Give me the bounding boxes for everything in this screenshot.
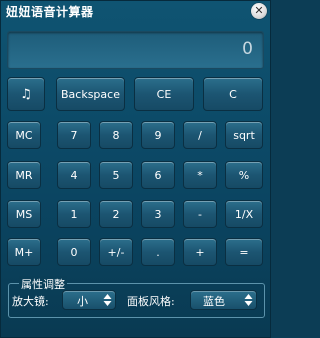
backspace-button[interactable]: Backspace — [56, 77, 125, 111]
digit-0-button[interactable]: 0 — [57, 238, 91, 266]
digit-7-button[interactable]: 7 — [57, 121, 91, 149]
panel-style-value: 蓝色 — [203, 295, 225, 308]
clear-button[interactable]: C — [203, 77, 263, 111]
digit-1-button[interactable]: 1 — [57, 200, 91, 228]
zoom-label: 放大镜: — [12, 295, 49, 308]
zoom-select[interactable]: 小 — [62, 290, 116, 310]
negate-button[interactable]: +/- — [99, 238, 133, 266]
decimal-point-button[interactable]: . — [141, 238, 175, 266]
window-title: 妞妞语音计算器 — [6, 5, 94, 19]
digit-9-button[interactable]: 9 — [141, 121, 175, 149]
spinner-arrows-icon — [244, 293, 253, 307]
subtract-button[interactable]: - — [183, 200, 217, 228]
properties-legend: 属性调整 — [19, 276, 67, 292]
spinner-arrows-icon — [103, 293, 112, 307]
close-icon: ✕ — [254, 4, 264, 17]
digit-3-button[interactable]: 3 — [141, 200, 175, 228]
display-value: 0 — [242, 39, 253, 59]
sqrt-button[interactable]: sqrt — [225, 121, 263, 149]
equals-button[interactable]: = — [225, 238, 263, 266]
add-button[interactable]: + — [183, 238, 217, 266]
multiply-button[interactable]: * — [183, 161, 217, 189]
display-screen: 0 — [7, 31, 264, 69]
zoom-value: 小 — [77, 295, 88, 308]
close-button[interactable]: ✕ — [251, 3, 267, 19]
clear-entry-button[interactable]: CE — [134, 77, 194, 111]
properties-group: 属性调整 放大镜: 小 面板风格: 蓝色 — [8, 276, 265, 318]
divide-button[interactable]: / — [183, 121, 217, 149]
panel-style-select[interactable]: 蓝色 — [190, 290, 257, 310]
digit-4-button[interactable]: 4 — [57, 161, 91, 189]
digit-5-button[interactable]: 5 — [99, 161, 133, 189]
percent-button[interactable]: % — [225, 161, 263, 189]
music-note-icon: ♫ — [20, 86, 32, 102]
memory-store-button[interactable]: MS — [7, 200, 41, 228]
digit-2-button[interactable]: 2 — [99, 200, 133, 228]
sound-toggle-button[interactable]: ♫ — [7, 77, 45, 111]
title-bar[interactable]: 妞妞语音计算器 ✕ — [1, 1, 270, 23]
panel-style-label: 面板风格: — [127, 295, 175, 308]
memory-recall-button[interactable]: MR — [7, 161, 41, 189]
digit-6-button[interactable]: 6 — [141, 161, 175, 189]
digit-8-button[interactable]: 8 — [99, 121, 133, 149]
memory-clear-button[interactable]: MC — [7, 121, 41, 149]
calculator-window: 妞妞语音计算器 ✕ 0 ♫ Backspace CE C MC 7 8 9 / … — [0, 0, 271, 338]
reciprocal-button[interactable]: 1/X — [225, 200, 263, 228]
memory-add-button[interactable]: M+ — [7, 238, 41, 266]
